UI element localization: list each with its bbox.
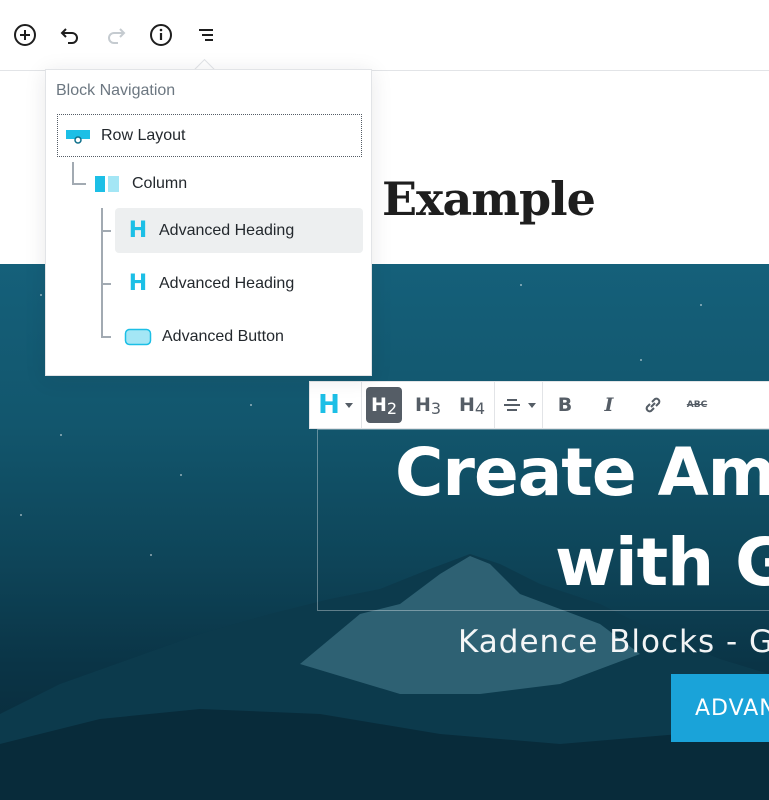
content-info-button[interactable] bbox=[144, 18, 178, 52]
heading-icon: H bbox=[318, 390, 340, 420]
info-icon bbox=[150, 24, 172, 46]
nav-item-column[interactable]: Column bbox=[94, 162, 187, 206]
nav-item-label: Row Layout bbox=[101, 126, 186, 144]
tree-line bbox=[101, 230, 111, 232]
tree-line bbox=[72, 183, 86, 185]
italic-button[interactable]: I bbox=[591, 387, 627, 423]
nav-item-advanced-heading[interactable]: H Advanced Heading bbox=[115, 208, 363, 253]
nav-item-advanced-button[interactable]: Advanced Button bbox=[115, 315, 284, 359]
column-icon bbox=[94, 174, 122, 194]
heading-h3-button[interactable]: H3 bbox=[410, 387, 446, 423]
star bbox=[40, 294, 42, 296]
block-type-switcher[interactable]: H bbox=[310, 382, 362, 428]
inline-format-group: B I ABC bbox=[543, 382, 719, 428]
heading-level-group: H2 H3 H4 bbox=[362, 382, 495, 428]
star bbox=[20, 514, 22, 516]
hero-subtitle[interactable]: Kadence Blocks - Gu bbox=[458, 624, 769, 660]
plus-circle-icon bbox=[14, 24, 36, 46]
bold-button[interactable]: B bbox=[547, 387, 583, 423]
link-button[interactable] bbox=[635, 387, 671, 423]
post-title[interactable]: Example bbox=[382, 172, 596, 226]
nav-item-label: Advanced Button bbox=[162, 328, 284, 345]
advanced-button[interactable]: ADVAN bbox=[671, 674, 769, 742]
row-layout-icon bbox=[65, 127, 91, 145]
undo-icon bbox=[60, 28, 78, 44]
chevron-down-icon bbox=[528, 402, 536, 408]
alignment-dropdown[interactable] bbox=[495, 382, 543, 428]
tree-line bbox=[72, 162, 74, 184]
hero-heading-line2[interactable]: with G bbox=[555, 524, 769, 601]
star bbox=[60, 434, 62, 436]
editor-top-toolbar bbox=[0, 0, 769, 71]
add-block-button[interactable] bbox=[8, 18, 42, 52]
block-navigation-popover: Block Navigation Row Layout Column H Adv… bbox=[45, 69, 372, 376]
heading-icon: H bbox=[128, 217, 148, 243]
strikethrough-button[interactable]: ABC bbox=[679, 387, 715, 423]
heading-h4-button[interactable]: H4 bbox=[454, 387, 490, 423]
popover-title: Block Navigation bbox=[56, 82, 176, 99]
nav-item-advanced-heading[interactable]: H Advanced Heading bbox=[115, 262, 294, 306]
redo-icon bbox=[108, 28, 126, 44]
button-icon bbox=[124, 327, 152, 347]
star bbox=[150, 554, 152, 556]
redo-button[interactable] bbox=[99, 18, 133, 52]
star bbox=[520, 284, 522, 286]
undo-button[interactable] bbox=[53, 18, 87, 52]
tree-line bbox=[101, 336, 111, 338]
heading-icon: H bbox=[128, 271, 148, 296]
block-navigation-button[interactable] bbox=[189, 18, 223, 52]
tree-line bbox=[101, 283, 111, 285]
star bbox=[180, 474, 182, 476]
nav-item-label: Advanced Heading bbox=[159, 275, 295, 292]
chevron-down-icon bbox=[345, 402, 353, 408]
nav-item-label: Advanced Heading bbox=[159, 221, 295, 239]
star bbox=[250, 404, 252, 406]
star bbox=[640, 359, 642, 361]
tree-line bbox=[101, 208, 103, 336]
hero-heading-line1[interactable]: Create Am bbox=[395, 434, 769, 511]
nav-item-row-layout[interactable]: Row Layout bbox=[57, 114, 362, 157]
heading-h2-button[interactable]: H2 bbox=[366, 387, 402, 423]
star bbox=[700, 304, 702, 306]
block-format-toolbar: H H2 H3 H4 B I ABC bbox=[309, 381, 769, 429]
align-center-icon bbox=[504, 399, 520, 411]
link-icon bbox=[645, 397, 661, 413]
block-navigation-icon bbox=[199, 29, 213, 41]
nav-item-label: Column bbox=[132, 175, 188, 192]
